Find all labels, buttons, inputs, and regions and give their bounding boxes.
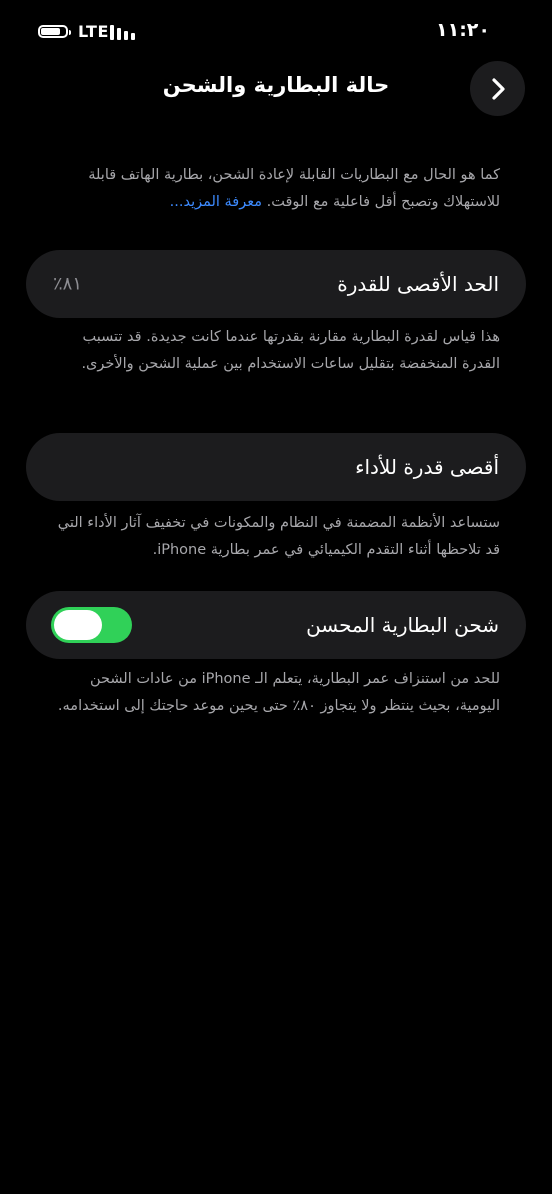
toggle-knob [54,610,102,640]
signal-strength-icon [110,24,136,40]
maximum-capacity-description: هذا قياس لقدرة البطارية مقارنة بقدرتها ع… [81,329,500,372]
battery-icon [38,25,71,38]
maximum-capacity-value: ٨١٪ [53,273,83,295]
back-button[interactable] [470,61,525,116]
peak-performance-label: أقصى قدرة للأداء [355,455,499,479]
battery-level-fill [41,28,60,35]
optimized-charging-toggle[interactable] [51,607,132,643]
peak-performance-row: أقصى قدرة للأداء [26,433,526,501]
status-bar: LTE ١١:٢٠ [0,18,552,46]
intro-text: كما هو الحال مع البطاريات القابلة لإعادة… [88,167,500,210]
optimized-charging-label: شحن البطارية المحسن [306,613,499,637]
page-title: حالة البطارية والشحن [162,73,390,97]
maximum-capacity-row: الحد الأقصى للقدرة ٨١٪ [26,250,526,318]
learn-more-link[interactable]: معرفة المزيد... [170,194,262,210]
network-type: LTE [78,22,109,41]
peak-performance-description: ستساعد الأنظمة المضمنة في النظام والمكون… [57,515,500,558]
maximum-capacity-label: الحد الأقصى للقدرة [337,272,499,296]
intro-description: كما هو الحال مع البطاريات القابلة لإعادة… [56,162,500,216]
chevron-right-icon [491,77,505,100]
status-time: ١١:٢٠ [436,19,490,41]
optimized-charging-description: للحد من استنزاف عمر البطارية، يتعلم الـ … [57,671,500,714]
optimized-charging-row: شحن البطارية المحسن [26,591,526,659]
